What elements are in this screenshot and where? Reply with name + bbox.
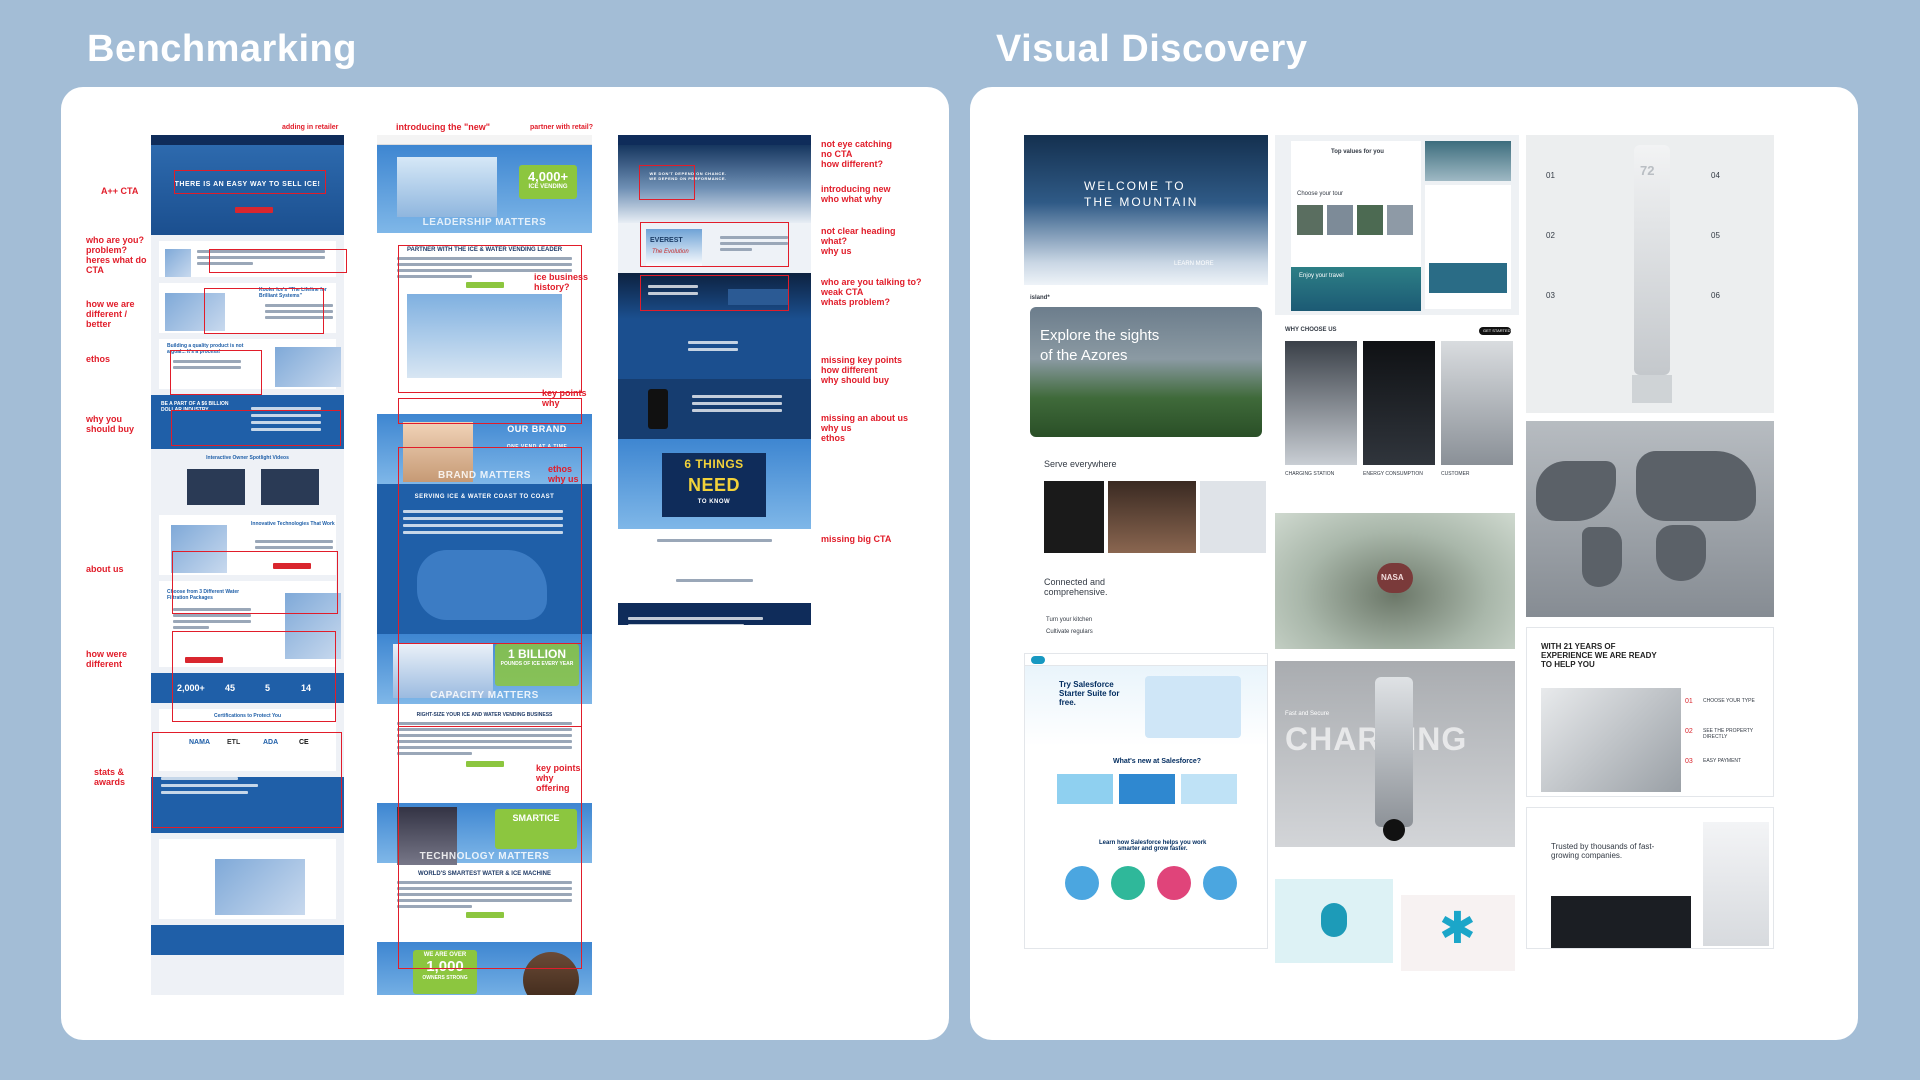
vd-mountain-card: WELCOME TO THE MOUNTAIN LEARN MORE (1024, 135, 1268, 285)
col3-things-2: NEED (687, 475, 740, 495)
col1-ann-2: who are you? problem? heres what do CTA (86, 235, 147, 275)
vd-why-choose-card: WHY CHOOSE US GET STARTED CHARGING STATI… (1275, 323, 1519, 499)
col2-top-note-1: introducing the "new" (396, 122, 491, 132)
vd-water-logo (1275, 879, 1393, 963)
col1-ann-3: how we are different / better (86, 299, 135, 329)
col3-ann-3: not clear heading what? why us (821, 226, 896, 256)
col2-ann-2: key points why (542, 388, 587, 408)
col3-ann-1: not eye catching no CTA how different? (821, 139, 893, 169)
vd-nasa-card: NASA (1275, 513, 1515, 649)
vd-azores-card: island* Explore the sights of the Azores (1024, 291, 1268, 441)
vd-charging-card: Fast and Secure CHARGING (1275, 661, 1515, 847)
col1-top-note: adding in retailer (282, 124, 339, 131)
col3-things-1: 6 THINGS (684, 457, 744, 471)
col2-ann-1: ice business history? (534, 272, 589, 292)
vd-trusted-card: Trusted by thousands of fast-growing com… (1526, 807, 1774, 949)
vd-serve-card: Serve everywhere Connected and comprehens… (1024, 447, 1268, 647)
col3-webpage-screenshot: WE DON'T DEPEND ON CHANCE. WE DEPEND ON … (618, 135, 811, 625)
col3-ann-4: who are you talking to? weak CTA whats pro… (821, 277, 922, 307)
col2-top-note-2: partner with retail? (530, 124, 594, 131)
col1-ann-4: ethos (86, 354, 111, 364)
visual-discovery-panel: WELCOME TO THE MOUNTAIN LEARN MORE islan… (970, 87, 1858, 1040)
benchmarking-panel: adding in retailer THERE IS AN EASY WAY … (61, 87, 949, 1040)
visual-discovery-heading: Visual Discovery (996, 28, 1308, 70)
col3-ann-7: missing big CTA (821, 534, 892, 544)
col1-ann-1: A++ CTA (101, 186, 139, 196)
col2-leadership: LEADERSHIP MATTERS (422, 217, 547, 228)
vd-charger-steps-card: 72 01 02 03 04 05 06 (1526, 135, 1774, 413)
vd-snowflake-logo: ✱ (1401, 895, 1515, 971)
col3-ann-6: missing an about us why us ethos (821, 413, 909, 443)
col1-ann-8: stats & awards (94, 767, 126, 787)
vd-travel-card: Top values for you Choose your tour Enjo… (1275, 135, 1519, 315)
vd-world-map-card (1526, 421, 1774, 617)
col3-ann-2: introducing new who what why (821, 184, 891, 204)
benchmarking-heading: Benchmarking (87, 28, 357, 70)
col1-ann-7: how were different (86, 649, 128, 669)
col2-badge-1: 4,000+ ICE VENDING (519, 165, 577, 199)
vd-salesforce-card: Try Salesforce Starter Suite for free. Wha… (1024, 653, 1268, 949)
col2-our-brand: OUR BRAND (507, 424, 567, 434)
col2-ann-3: ethos why us (548, 464, 579, 484)
col2-ann-4: key points why offering (536, 763, 581, 793)
col1-ann-5: why you should buy (86, 414, 134, 434)
col3-ann-5: missing key points how different why shoul… (821, 355, 903, 385)
col3-things-3: TO KNOW (697, 499, 731, 505)
vd-experience-card: WITH 21 YEARS OF EXPERIENCE WE ARE READY T… (1526, 627, 1774, 797)
col1-ann-6: about us (86, 564, 124, 574)
col1-section-title-3: Innovative Technologies That Work (251, 521, 335, 527)
